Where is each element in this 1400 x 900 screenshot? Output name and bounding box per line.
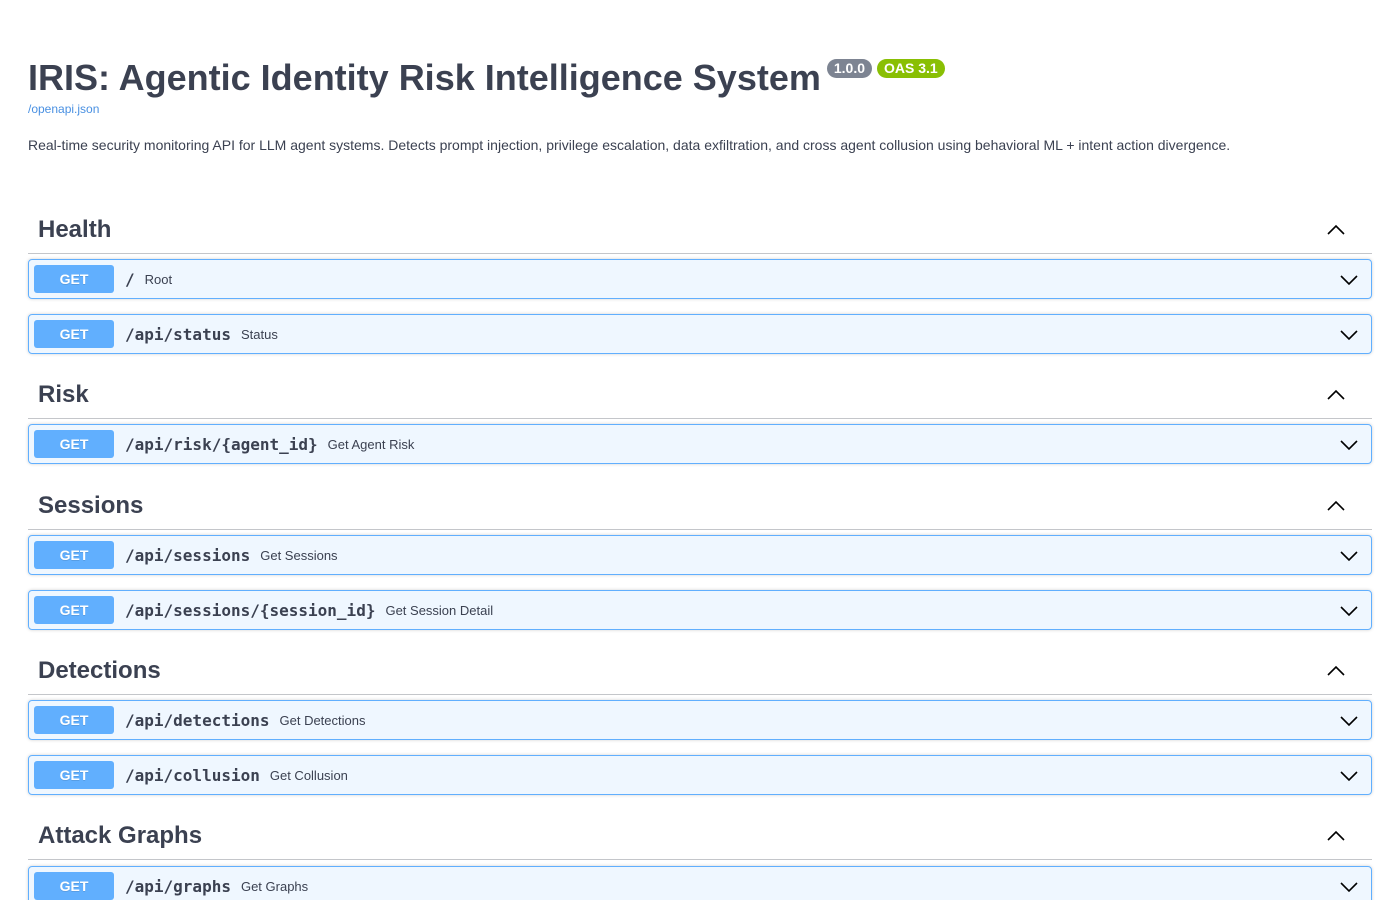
operation-get-collusion[interactable]: GET /api/collusion Get Collusion [28,755,1372,795]
tag-name: Risk [38,380,89,408]
method-badge: GET [34,706,114,734]
chevron-down-icon[interactable] [1339,711,1359,731]
chevron-up-icon[interactable] [1326,220,1346,240]
operation-path: /api/collusion [125,765,260,785]
chevron-down-icon[interactable] [1339,435,1359,455]
operation-summary: Get Sessions [260,547,338,563]
chevron-up-icon[interactable] [1326,385,1346,405]
title-row: IRIS: Agentic Identity Risk Intelligence… [28,56,1372,100]
method-badge: GET [34,761,114,789]
operation-get-agent-risk[interactable]: GET /api/risk/{agent_id} Get Agent Risk [28,424,1372,464]
method-badge: GET [34,596,114,624]
method-badge: GET [34,265,114,293]
operation-path: / [125,269,135,289]
operation-path: /api/detections [125,710,270,730]
operation-summary: Get Collusion [269,767,348,783]
operation-get-session-detail[interactable]: GET /api/sessions/{session_id} Get Sessi… [28,590,1372,630]
operation-summary: Get Graphs [240,878,309,894]
operation-path: /api/status [125,324,231,344]
tag-name: Sessions [38,491,144,519]
operation-get-detections[interactable]: GET /api/detections Get Detections [28,700,1372,740]
tag-header-risk[interactable]: Risk [28,371,1372,419]
operation-summary: Get Agent Risk [327,436,415,452]
operation-summary: Root [144,271,173,287]
tag-header-attack-graphs[interactable]: Attack Graphs [28,812,1372,860]
operation-path: /api/risk/{agent_id} [125,434,318,454]
swagger-page: IRIS: Agentic Identity Risk Intelligence… [0,0,1400,900]
version-badge: 1.0.0 [826,59,873,78]
operation-summary: Get Detections [279,712,366,728]
tag-name: Attack Graphs [38,821,203,849]
operation-summary: Status [240,326,278,342]
chevron-down-icon[interactable] [1339,601,1359,621]
operation-path: /api/sessions/{session_id} [125,600,376,620]
method-badge: GET [34,430,114,458]
operation-get-graphs[interactable]: GET /api/graphs Get Graphs [28,866,1372,900]
operation-get-sessions[interactable]: GET /api/sessions Get Sessions [28,535,1372,575]
tag-header-health[interactable]: Health [28,206,1372,254]
api-description: Real-time security monitoring API for LL… [28,137,1231,153]
chevron-down-icon[interactable] [1339,325,1359,345]
page-title: IRIS: Agentic Identity Risk Intelligence… [28,57,821,98]
tag-header-detections[interactable]: Detections [28,647,1372,695]
tag-name: Health [38,215,112,243]
operation-get-status[interactable]: GET /api/status Status [28,314,1372,354]
method-badge: GET [34,872,114,900]
chevron-down-icon[interactable] [1339,877,1359,897]
tag-header-sessions[interactable]: Sessions [28,482,1372,530]
chevron-up-icon[interactable] [1326,496,1346,516]
tag-name: Detections [38,656,161,684]
method-badge: GET [34,541,114,569]
chevron-down-icon[interactable] [1339,766,1359,786]
chevron-up-icon[interactable] [1326,826,1346,846]
method-badge: GET [34,320,114,348]
api-info: IRIS: Agentic Identity Risk Intelligence… [28,56,1372,116]
oas-badge: OAS 3.1 [877,59,945,78]
operation-path: /api/graphs [125,876,231,896]
chevron-up-icon[interactable] [1326,661,1346,681]
operation-path: /api/sessions [125,545,251,565]
operation-get-root[interactable]: GET / Root [28,259,1372,299]
openapi-json-link[interactable]: /openapi.json [28,102,1372,116]
operation-summary: Get Session Detail [385,602,494,618]
chevron-down-icon[interactable] [1339,270,1359,290]
chevron-down-icon[interactable] [1339,546,1359,566]
